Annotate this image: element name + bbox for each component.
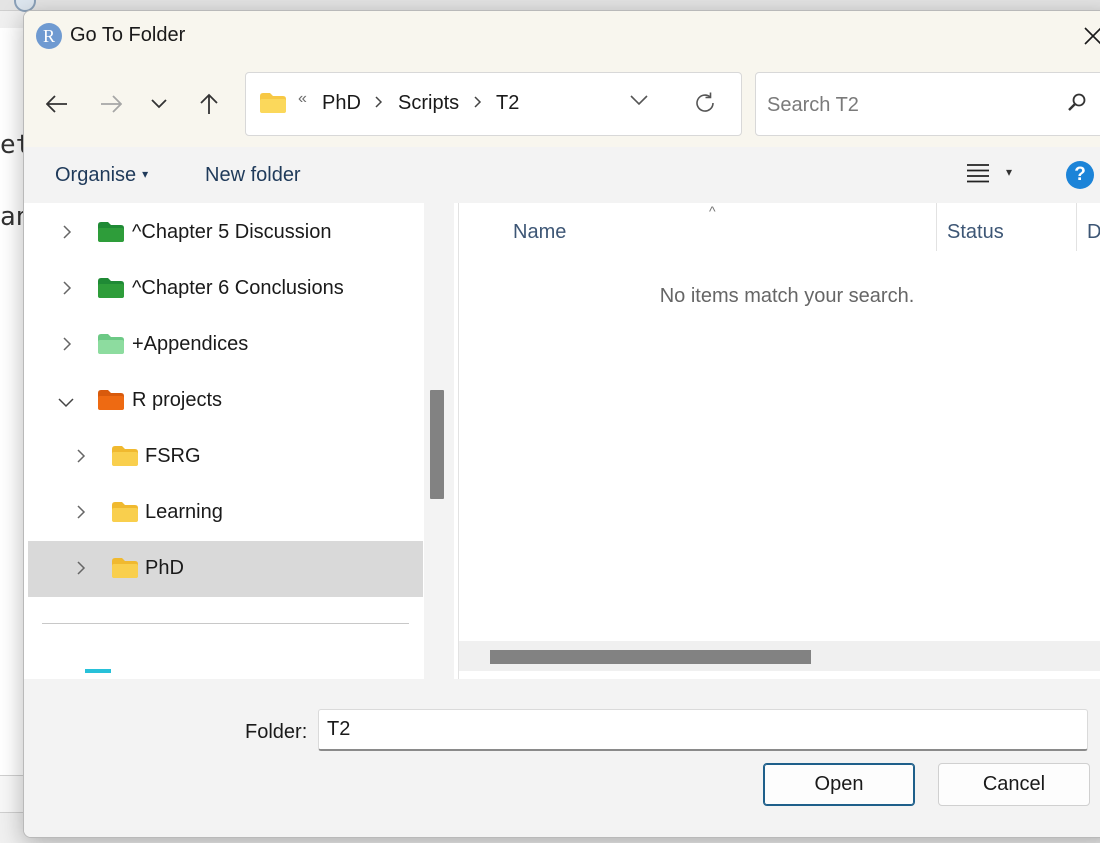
sort-ascending-icon: ^ xyxy=(709,203,716,219)
close-button[interactable] xyxy=(1078,21,1100,51)
list-view-icon xyxy=(967,164,989,183)
folder-icon xyxy=(98,390,124,415)
refresh-button[interactable] xyxy=(693,91,717,120)
search-input[interactable]: Search T2 xyxy=(767,94,859,117)
chevron-down-icon xyxy=(151,99,167,109)
tree-item-r-projects[interactable]: R projects xyxy=(28,373,423,429)
refresh-icon xyxy=(696,92,714,112)
navigation-bar: « PhD Scripts T2 Search T2 xyxy=(24,61,1100,147)
new-folder-button[interactable]: New folder xyxy=(205,164,301,187)
folder-icon xyxy=(112,502,138,527)
chevron-right-icon[interactable] xyxy=(76,505,90,519)
navigation-divider xyxy=(42,623,409,624)
chevron-right-icon[interactable] xyxy=(62,281,76,295)
address-bar[interactable]: « PhD Scripts T2 xyxy=(245,72,742,136)
view-options-button[interactable] xyxy=(966,163,990,188)
column-divider[interactable] xyxy=(936,203,937,251)
column-header-status[interactable]: Status xyxy=(947,221,1004,257)
chevron-right-icon[interactable] xyxy=(62,337,76,351)
command-bar: Organise ▾ New folder ▾ xyxy=(24,147,1100,203)
chevron-down-icon[interactable] xyxy=(58,395,74,409)
arrow-left-icon xyxy=(46,95,67,113)
breadcrumb-t2[interactable]: T2 xyxy=(496,92,519,115)
navigation-pane: ^Chapter 5 Discussion ^Chapter 6 Conclus… xyxy=(24,203,424,679)
folder-icon xyxy=(112,558,138,583)
background-editor: et an xyxy=(0,28,31,778)
file-list-horizontal-scrollbar[interactable] xyxy=(459,641,1100,671)
r-logo-icon: R xyxy=(36,23,62,49)
organise-button[interactable]: Organise ▾ xyxy=(55,164,148,187)
chevron-right-icon[interactable] xyxy=(76,449,90,463)
column-header-name[interactable]: Name xyxy=(513,221,566,257)
tree-item-label: Learning xyxy=(145,501,223,523)
folder-icon xyxy=(98,278,124,303)
close-icon xyxy=(1084,27,1100,45)
title-bar: R Go To Folder xyxy=(24,11,1100,61)
tree-item-phd[interactable]: PhD xyxy=(28,541,423,597)
help-button[interactable]: ? xyxy=(1066,161,1094,189)
partial-item-icon xyxy=(85,669,111,673)
tree-item-learning[interactable]: Learning xyxy=(28,485,423,541)
tree-item-label: ^Chapter 5 Discussion xyxy=(132,221,332,243)
breadcrumb-phd[interactable]: PhD xyxy=(322,92,361,115)
folder-icon xyxy=(112,446,138,471)
organise-label: Organise xyxy=(55,164,137,186)
arrow-up-icon xyxy=(200,93,218,114)
tree-item-fsrg[interactable]: FSRG xyxy=(28,429,423,485)
tree-item-chapter-5-discussion[interactable]: ^Chapter 5 Discussion xyxy=(28,205,423,261)
tree-item-label: ^Chapter 6 Conclusions xyxy=(132,277,344,299)
tree-item-label: R projects xyxy=(132,389,223,411)
tree-item-appendices[interactable]: +Appendices xyxy=(28,317,423,373)
address-history-button[interactable] xyxy=(630,93,648,111)
folder-icon xyxy=(98,334,124,359)
arrow-right-icon xyxy=(101,95,122,113)
chevron-right-icon[interactable] xyxy=(76,561,90,575)
tree-item-label: PhD xyxy=(145,557,184,579)
caret-down-icon: ▾ xyxy=(142,167,149,181)
chevron-down-icon xyxy=(630,95,648,106)
column-header-date[interactable]: D xyxy=(1087,221,1100,257)
up-button[interactable] xyxy=(192,89,226,119)
chevron-right-icon[interactable] xyxy=(375,95,383,113)
chevron-right-icon[interactable] xyxy=(474,95,482,113)
go-to-folder-dialog: R Go To Folder « PhD Scripts T2 Search T… xyxy=(23,10,1100,838)
breadcrumb-scripts[interactable]: Scripts xyxy=(398,92,459,115)
folder-field-label: Folder: xyxy=(245,721,308,743)
column-divider[interactable] xyxy=(1076,203,1077,251)
overflow-chevron-icon[interactable]: « xyxy=(298,90,307,108)
folder-name-input[interactable] xyxy=(318,709,1088,751)
cancel-button[interactable]: Cancel xyxy=(938,763,1090,806)
horizontal-scrollbar-thumb[interactable] xyxy=(490,650,811,664)
tree-item-chapter-6-conclusions[interactable]: ^Chapter 6 Conclusions xyxy=(28,261,423,317)
search-box[interactable]: Search T2 xyxy=(755,72,1100,136)
chevron-right-icon[interactable] xyxy=(62,225,76,239)
folder-icon xyxy=(98,222,124,247)
folder-icon xyxy=(260,93,286,118)
back-button[interactable] xyxy=(40,89,74,119)
view-caret-down-icon[interactable]: ▾ xyxy=(1006,165,1012,179)
forward-button[interactable] xyxy=(94,89,128,119)
recent-locations-button[interactable] xyxy=(142,89,176,119)
dialog-footer: Folder: Open Cancel xyxy=(24,679,1100,837)
background-statusbar xyxy=(0,775,24,813)
navigation-scrollbar-thumb[interactable] xyxy=(430,390,444,499)
search-icon[interactable] xyxy=(1067,92,1087,117)
tree-item-label: FSRG xyxy=(145,445,201,467)
dialog-title: Go To Folder xyxy=(70,24,186,46)
empty-state-message: No items match your search. xyxy=(659,285,915,307)
tree-item-label: +Appendices xyxy=(132,333,249,355)
open-button[interactable]: Open xyxy=(763,763,915,806)
file-list: ^ Name Status D No items match your sear… xyxy=(458,203,1100,679)
